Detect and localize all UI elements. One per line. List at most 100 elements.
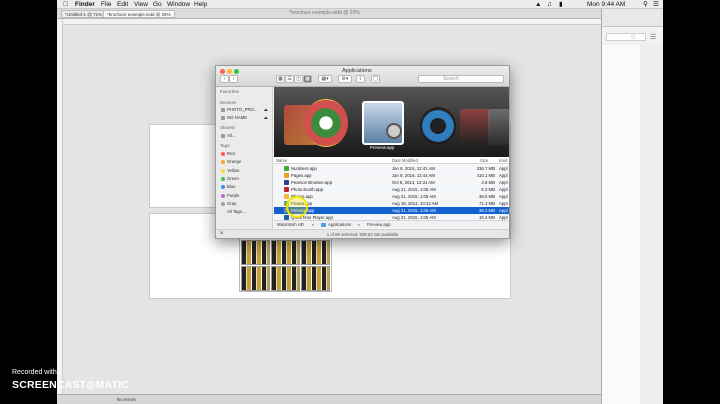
image-grid-frame[interactable] [239, 238, 332, 292]
file-size: 71.4 MB [478, 201, 495, 206]
tag-color-dot [221, 152, 225, 156]
coverflow-icon-picasa [304, 99, 348, 147]
file-date: Aug 21, 2015, 1:05 AM [392, 194, 436, 199]
file-name: Pages.app [291, 173, 312, 178]
tab-brochure[interactable]: *brochure example.indd @ 25% [103, 10, 175, 18]
finder-titlebar: Applications ‹ › ▦ ☰ ◫ ▩ ▦▾ ⚙▾ ⇧ ◯ Searc… [216, 66, 509, 87]
sidebar-tag-item[interactable]: Yellow [227, 168, 239, 173]
finder-sidebar: Favorites Devices PHOTO_PRO... ⏏ NO NAME… [216, 87, 273, 232]
file-kind: Appl [499, 194, 508, 199]
finder-search-field[interactable]: Search [418, 75, 504, 83]
list-view-button[interactable]: ☰ [285, 75, 294, 83]
cover-flow-view-button[interactable]: ▩ [303, 75, 312, 83]
file-date: Jan 8, 2016, 12:41 AM [392, 166, 436, 171]
tag-color-dot [221, 168, 225, 173]
file-row[interactable]: Photo Booth.app Aug 21, 2015, 1:05 AM 6.3 … [274, 186, 509, 193]
coverflow-icon-quicktime [420, 107, 456, 145]
grid-image [301, 240, 330, 265]
network-icon [221, 134, 225, 138]
path-item-preview[interactable]: Preview.app [367, 221, 390, 229]
action-gear-button[interactable]: ⚙▾ [338, 75, 352, 83]
grid-image [301, 266, 330, 291]
menu-help[interactable]: Help [194, 0, 207, 9]
sidebar-tag-item[interactable]: Red [227, 151, 235, 156]
browser-address-bar[interactable] [606, 33, 646, 41]
edit-tags-button[interactable]: ◯ [371, 75, 380, 83]
forward-button[interactable]: › [229, 75, 238, 83]
menu-go[interactable]: Go [153, 0, 162, 9]
path-separator-icon: ▸ [358, 222, 361, 227]
file-row[interactable]: Pearson Browser.app Oct 8, 2013, 12:31 AM… [274, 179, 509, 186]
finder-window-title: Applications [342, 68, 372, 74]
browser-menu-icon[interactable]: ☰ [650, 33, 656, 41]
menu-bar:  Finder File Edit View Go Window Help ▲… [57, 0, 663, 9]
column-header-date[interactable]: Date Modified [392, 157, 418, 164]
path-item-applications[interactable]: Applications [328, 221, 351, 229]
finder-status-bar: 1 of 89 selected, 939.52 GB available [216, 229, 509, 238]
apple-menu-icon[interactable]:  [63, 0, 68, 9]
column-header-size[interactable]: Size [480, 157, 488, 164]
back-button[interactable]: ‹ [220, 75, 229, 83]
eject-icon[interactable]: ⏏ [264, 107, 268, 112]
coverflow-icon-app [488, 109, 509, 145]
file-row[interactable]: Picasa.app Aug 18, 2014, 10:42 AM 71.4 MB A… [274, 200, 509, 207]
coverflow-icon-app [460, 109, 490, 145]
column-header-name[interactable]: Name [276, 157, 287, 164]
icon-view-button[interactable]: ▦ [276, 75, 285, 83]
sidebar-toggle-icon[interactable]: ⇲ [219, 230, 223, 236]
column-view-button[interactable]: ◫ [294, 75, 303, 83]
notification-center-icon[interactable]: ☰ [653, 0, 659, 9]
watermark-line-1: Recorded with [12, 369, 57, 376]
tag-color-dot [221, 185, 225, 190]
menu-view[interactable]: View [134, 0, 148, 9]
arrange-button[interactable]: ▦▾ [318, 75, 332, 83]
tag-color-dot [221, 160, 225, 165]
file-size: 410.1 MB [476, 173, 495, 178]
sidebar-tag-item[interactable]: Purple [227, 193, 239, 198]
menu-clock[interactable]: Mon 9:44 AM [587, 0, 625, 9]
menu-window[interactable]: Window [167, 0, 190, 9]
menu-edit[interactable]: Edit [117, 0, 128, 9]
browser-scroll-area [640, 45, 663, 404]
drive-icon [221, 116, 225, 120]
sidebar-header-devices: Devices [220, 100, 237, 105]
sidebar-item-shared-all[interactable]: All... [227, 133, 235, 138]
battery-icon[interactable]: ▮ [559, 0, 563, 9]
file-size: 3.8 MB [481, 180, 495, 185]
sidebar-item-photo-pro[interactable]: PHOTO_PRO... [227, 107, 257, 112]
volume-icon[interactable]: ♫ [547, 0, 552, 9]
sidebar-tag-item[interactable]: Gray [227, 201, 236, 206]
file-date: Jan 8, 2016, 12:44 AM [392, 173, 436, 178]
file-date: Aug 18, 2014, 10:42 AM [392, 201, 439, 206]
file-row[interactable]: Pages.app Jan 8, 2016, 12:44 AM 410.1 MB Ap… [274, 172, 509, 179]
column-header-kind[interactable]: Kind [499, 157, 507, 164]
share-button[interactable]: ⇧ [356, 75, 365, 83]
sidebar-item-no-name[interactable]: NO NAME [227, 115, 247, 120]
close-window-icon[interactable] [220, 69, 225, 74]
sidebar-header-tags: Tags [220, 143, 230, 148]
wifi-icon[interactable]: ▲ [535, 0, 541, 9]
sidebar-tag-item[interactable]: All Tags... [227, 209, 246, 214]
preflight-status[interactable]: No errors [117, 395, 136, 404]
eject-icon[interactable]: ⏏ [264, 115, 268, 120]
sidebar-tag-item[interactable]: Orange [227, 159, 241, 164]
menu-app-name[interactable]: Finder [75, 0, 95, 9]
grid-image [241, 240, 270, 265]
tab-untitled[interactable]: *Untitled-1 @ 71% [61, 10, 107, 18]
file-row[interactable]: Numbers.app Jan 8, 2016, 12:41 AM 336.7 MB… [274, 165, 509, 172]
file-row[interactable]: Preview.app Aug 21, 2015, 1:05 AM 38.2 MB A… [274, 207, 509, 214]
path-item-macintosh-hd[interactable]: Macintosh HD [277, 221, 304, 229]
file-row[interactable]: Photos.app Aug 21, 2015, 1:05 AM 38.5 MB Ap… [274, 193, 509, 200]
menu-file[interactable]: File [101, 0, 111, 9]
sidebar-tag-item[interactable]: Green [227, 176, 239, 181]
zoom-window-icon[interactable] [234, 69, 239, 74]
cover-flow-view[interactable]: Preview.app [274, 87, 509, 157]
minimize-window-icon[interactable] [227, 69, 232, 74]
desktop:  Finder File Edit View Go Window Help ▲… [57, 0, 663, 404]
horizontal-ruler [63, 19, 601, 25]
browser-tab-strip [602, 9, 663, 27]
bookmark-star-icon[interactable]: ☆ [630, 33, 636, 41]
spotlight-icon[interactable]: ⚲ [643, 0, 648, 9]
file-name: Pearson Browser.app [291, 180, 333, 185]
sidebar-tag-item[interactable]: Blue [227, 184, 236, 189]
